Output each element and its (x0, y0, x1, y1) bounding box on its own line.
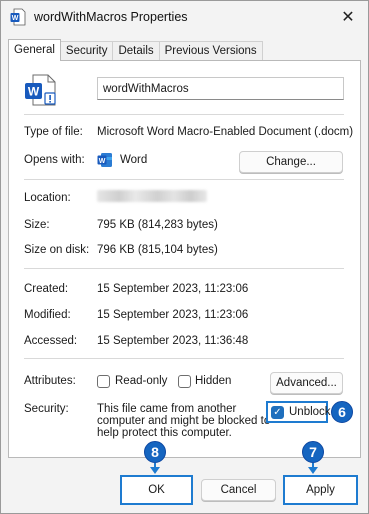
size-on-disk-value: 796 KB (815,104 bytes) (97, 244, 218, 256)
ok-button[interactable]: OK (120, 475, 193, 505)
checkbox-checked-icon: ✓ (273, 407, 282, 418)
hidden-checkbox[interactable] (178, 375, 191, 388)
apply-button[interactable]: Apply (283, 475, 358, 505)
cancel-button[interactable]: Cancel (201, 479, 276, 501)
security-message-line: help protect this computer. (97, 427, 232, 439)
modified-label: Modified: (24, 309, 71, 321)
unblock-checkbox[interactable]: ✓ (271, 406, 284, 419)
step-badge-6: 6 (331, 401, 353, 423)
tab-general[interactable]: General (8, 39, 61, 61)
close-icon: ✕ (341, 9, 355, 26)
type-of-file-label: Type of file: (24, 126, 83, 138)
security-label: Security: (24, 403, 69, 415)
opens-with-label: Opens with: (24, 154, 85, 166)
security-message-line: computer and might be blocked to (97, 415, 271, 427)
location-label: Location: (24, 192, 71, 204)
created-value: 15 September 2023, 11:23:06 (97, 283, 249, 295)
size-value: 795 KB (814,283 bytes) (97, 219, 218, 231)
divider (24, 358, 344, 359)
hidden-label: Hidden (195, 375, 232, 387)
tab-security[interactable]: Security (59, 41, 114, 61)
file-name-input[interactable] (97, 77, 344, 100)
step-badge-8: 8 (144, 441, 166, 463)
unblock-highlight[interactable]: ✓ Unblock (266, 401, 331, 423)
close-button[interactable]: ✕ (334, 4, 362, 30)
word-app-icon: W (97, 153, 112, 167)
divider (24, 114, 344, 115)
modified-value: 15 September 2023, 11:23:06 (97, 309, 249, 321)
accessed-value: 15 September 2023, 11:36:48 (97, 335, 249, 347)
security-message: This file came from another computer and… (97, 403, 270, 439)
accessed-label: Accessed: (24, 335, 78, 347)
svg-text:W: W (28, 85, 40, 99)
svg-text:W: W (12, 15, 19, 22)
tab-strip: General Security Details Previous Versio… (8, 39, 263, 61)
word-macro-document-icon: W (25, 74, 56, 106)
size-on-disk-label: Size on disk: (24, 244, 90, 256)
change-button[interactable]: Change... (239, 151, 343, 173)
general-panel: W Type of file: Microsoft Word Macro-Ena… (8, 60, 361, 458)
arrow-down-icon (150, 467, 160, 474)
window-title: wordWithMacros Properties (34, 10, 188, 24)
attributes-label: Attributes: (24, 375, 76, 387)
size-label: Size: (24, 219, 50, 231)
read-only-checkbox[interactable] (97, 375, 110, 388)
title-bar: W wordWithMacros Properties ✕ (1, 1, 368, 33)
divider (24, 268, 344, 269)
arrow-down-icon (308, 467, 318, 474)
read-only-label: Read-only (115, 375, 168, 387)
tab-previous-versions[interactable]: Previous Versions (158, 41, 263, 61)
divider (24, 179, 344, 180)
advanced-button[interactable]: Advanced... (270, 372, 343, 394)
opens-with-value: Word (120, 154, 148, 166)
svg-text:W: W (99, 158, 106, 165)
security-message-line: This file came from another (97, 403, 237, 415)
unblock-label: Unblock (289, 406, 331, 418)
type-of-file-value: Microsoft Word Macro-Enabled Document (.… (97, 126, 354, 138)
step-badge-7: 7 (302, 441, 324, 463)
properties-dialog: W wordWithMacros Properties ✕ General Se… (0, 0, 369, 514)
tab-details[interactable]: Details (112, 41, 160, 61)
location-value-redacted (97, 190, 207, 202)
word-document-icon: W (10, 8, 26, 26)
created-label: Created: (24, 283, 69, 295)
